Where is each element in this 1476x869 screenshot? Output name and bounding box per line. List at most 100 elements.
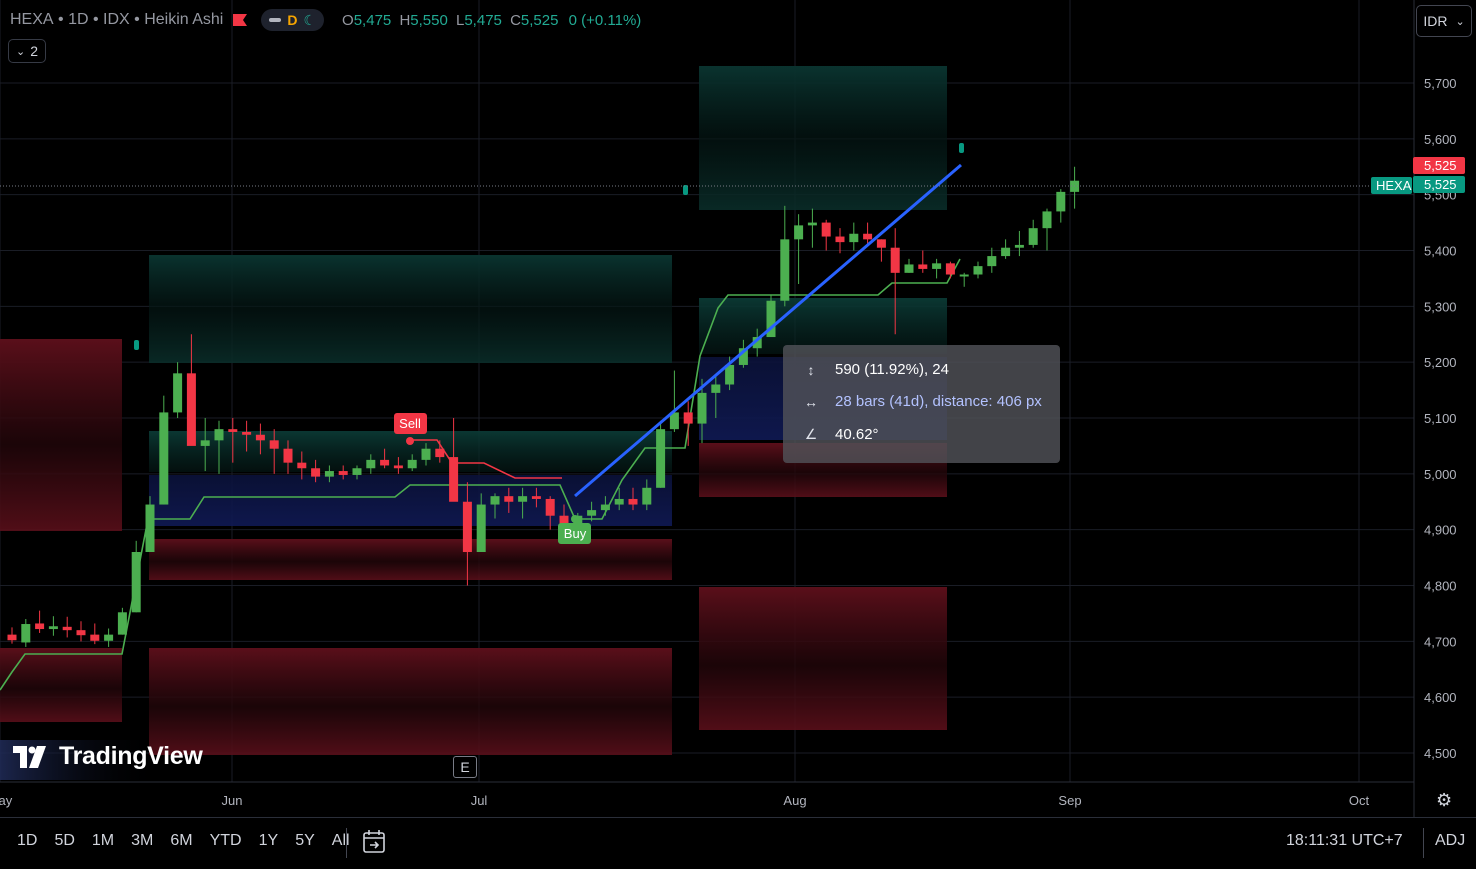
currency-label: IDR bbox=[1423, 13, 1448, 29]
measure-angle-row: ∠ 40.62° bbox=[801, 426, 879, 443]
range-button-1y[interactable]: 1Y bbox=[252, 830, 287, 852]
supply-zone bbox=[149, 255, 672, 363]
range-button-1m[interactable]: 1M bbox=[85, 830, 122, 852]
demand-zone bbox=[0, 648, 122, 722]
candle bbox=[821, 219, 831, 251]
candle bbox=[1056, 189, 1066, 223]
candle bbox=[656, 420, 666, 488]
close-value: 5,525 bbox=[520, 11, 559, 29]
earnings-marker[interactable]: E bbox=[453, 756, 477, 778]
candle bbox=[159, 395, 169, 505]
legend-sep: • bbox=[53, 11, 69, 28]
range-button-5d[interactable]: 5D bbox=[47, 830, 82, 852]
candle bbox=[918, 250, 928, 273]
symbol-price-label: 5,525 bbox=[1424, 177, 1457, 192]
candle bbox=[1014, 230, 1024, 257]
candle bbox=[973, 261, 983, 279]
adj-toggle[interactable]: ADJ bbox=[1435, 832, 1465, 850]
indicator-count: 2 bbox=[30, 43, 38, 59]
price-axis[interactable]: 5,7005,6005,5005,4005,3005,2005,1005,000… bbox=[1371, 0, 1465, 817]
candle bbox=[945, 261, 955, 279]
range-button-1d[interactable]: 1D bbox=[10, 830, 45, 852]
pivot-marker bbox=[134, 340, 139, 350]
candle bbox=[669, 370, 679, 432]
candle bbox=[849, 222, 859, 251]
candle bbox=[932, 258, 942, 279]
horizontal-range-icon: ↔ bbox=[804, 393, 818, 410]
buy-label: Buy bbox=[564, 526, 587, 541]
minus-icon bbox=[269, 18, 282, 22]
last-price-label: 5,525 bbox=[1424, 158, 1457, 173]
symbol-badge-label: HEXA bbox=[1376, 178, 1412, 193]
measure-bars-row: ↔ 28 bars (41d), distance: 406 px bbox=[801, 393, 1042, 410]
measure-tooltip: ↕ 590 (11.92%), 24 ↔ 28 bars (41d), dist… bbox=[783, 345, 1060, 463]
sell-marker-dot bbox=[406, 437, 414, 445]
candle bbox=[48, 616, 58, 636]
candle bbox=[1028, 219, 1038, 248]
time-tick-label: Oct bbox=[1349, 793, 1370, 808]
price-tick-label: 4,700 bbox=[1424, 634, 1457, 649]
candle bbox=[1042, 208, 1052, 251]
currency-button[interactable]: IDR ⌄ bbox=[1416, 5, 1472, 37]
candle bbox=[835, 228, 845, 254]
symbol-legend[interactable]: HEXA • 1D • IDX • Heikin Ashi D ☾ O5,475… bbox=[10, 9, 641, 31]
time-tick-label: Jun bbox=[222, 793, 243, 808]
candle bbox=[131, 540, 141, 613]
price-tick-label: 5,300 bbox=[1424, 299, 1457, 314]
ohlc-values: O5,475 H5,550 L5,475 C5,525 0 (+0.11%) bbox=[342, 11, 642, 29]
demand-zone bbox=[699, 587, 947, 730]
price-tick-label: 5,100 bbox=[1424, 411, 1457, 426]
candle bbox=[1070, 166, 1080, 209]
price-tick-label: 5,600 bbox=[1424, 132, 1457, 147]
interval-label[interactable]: 1D bbox=[68, 11, 88, 29]
indicators-collapse-button[interactable]: ⌄ 2 bbox=[8, 39, 46, 63]
session-pill[interactable]: D ☾ bbox=[261, 9, 325, 31]
low-value: 5,475 bbox=[464, 11, 502, 29]
price-tick-label: 5,700 bbox=[1424, 76, 1457, 91]
candle bbox=[173, 362, 183, 418]
range-button-6m[interactable]: 6M bbox=[163, 830, 200, 852]
legend-sep: • bbox=[129, 11, 145, 28]
buy-marker-dot bbox=[571, 515, 579, 523]
price-chart[interactable]: Sell Buy 5,7005,6005,5005,4005,3005,2005… bbox=[0, 0, 1476, 869]
candle bbox=[987, 247, 997, 273]
gear-icon[interactable]: ⚙ bbox=[1436, 790, 1452, 811]
change-value: 0 (+0.11%) bbox=[568, 11, 642, 29]
range-button-ytd[interactable]: YTD bbox=[203, 830, 250, 852]
time-axis[interactable]: May Jun Jul Aug Sep Oct bbox=[0, 781, 1414, 808]
candle bbox=[117, 607, 127, 635]
measure-price-row: ↕ 590 (11.92%), 24 bbox=[801, 361, 949, 378]
candle bbox=[1001, 239, 1011, 259]
measure-bars-text: 28 bars (41d), distance: 406 px bbox=[835, 393, 1042, 410]
symbol-name[interactable]: HEXA bbox=[10, 11, 54, 29]
range-button-all[interactable]: All bbox=[325, 830, 358, 852]
candle bbox=[21, 619, 31, 647]
chart-style-label: Heikin Ashi bbox=[144, 11, 224, 28]
price-tick-label: 4,600 bbox=[1424, 690, 1457, 705]
tradingview-logo-text: TradingView bbox=[59, 742, 203, 770]
tradingview-logo[interactable]: TradingView bbox=[13, 742, 203, 771]
supply-zone bbox=[699, 66, 947, 210]
legend-sep: • bbox=[88, 11, 104, 28]
price-tick-label: 4,900 bbox=[1424, 523, 1457, 538]
measure-angle-text: 40.62° bbox=[835, 426, 879, 443]
candle bbox=[104, 628, 114, 647]
price-tick-label: 5,200 bbox=[1424, 355, 1457, 370]
chevron-down-icon: ⌄ bbox=[1455, 15, 1465, 28]
calendar-goto-icon[interactable] bbox=[362, 829, 386, 855]
toolbar-divider bbox=[1423, 828, 1424, 858]
candle bbox=[807, 208, 817, 248]
candle bbox=[904, 258, 914, 273]
flag-icon[interactable] bbox=[231, 13, 249, 27]
time-tick-label: Sep bbox=[1058, 793, 1081, 808]
session-letter: D bbox=[287, 12, 298, 28]
candle bbox=[959, 272, 969, 287]
demand-zone bbox=[149, 539, 672, 580]
time-axis-ticks: May Jun Jul Aug Sep Oct bbox=[0, 793, 1369, 808]
candle bbox=[35, 610, 45, 633]
price-tick-label: 5,400 bbox=[1424, 244, 1457, 259]
moon-icon: ☾ bbox=[303, 11, 317, 28]
range-button-3m[interactable]: 3M bbox=[124, 830, 161, 852]
range-button-5y[interactable]: 5Y bbox=[288, 830, 323, 852]
timezone-clock[interactable]: 18:11:31 UTC+7 bbox=[1286, 832, 1403, 850]
